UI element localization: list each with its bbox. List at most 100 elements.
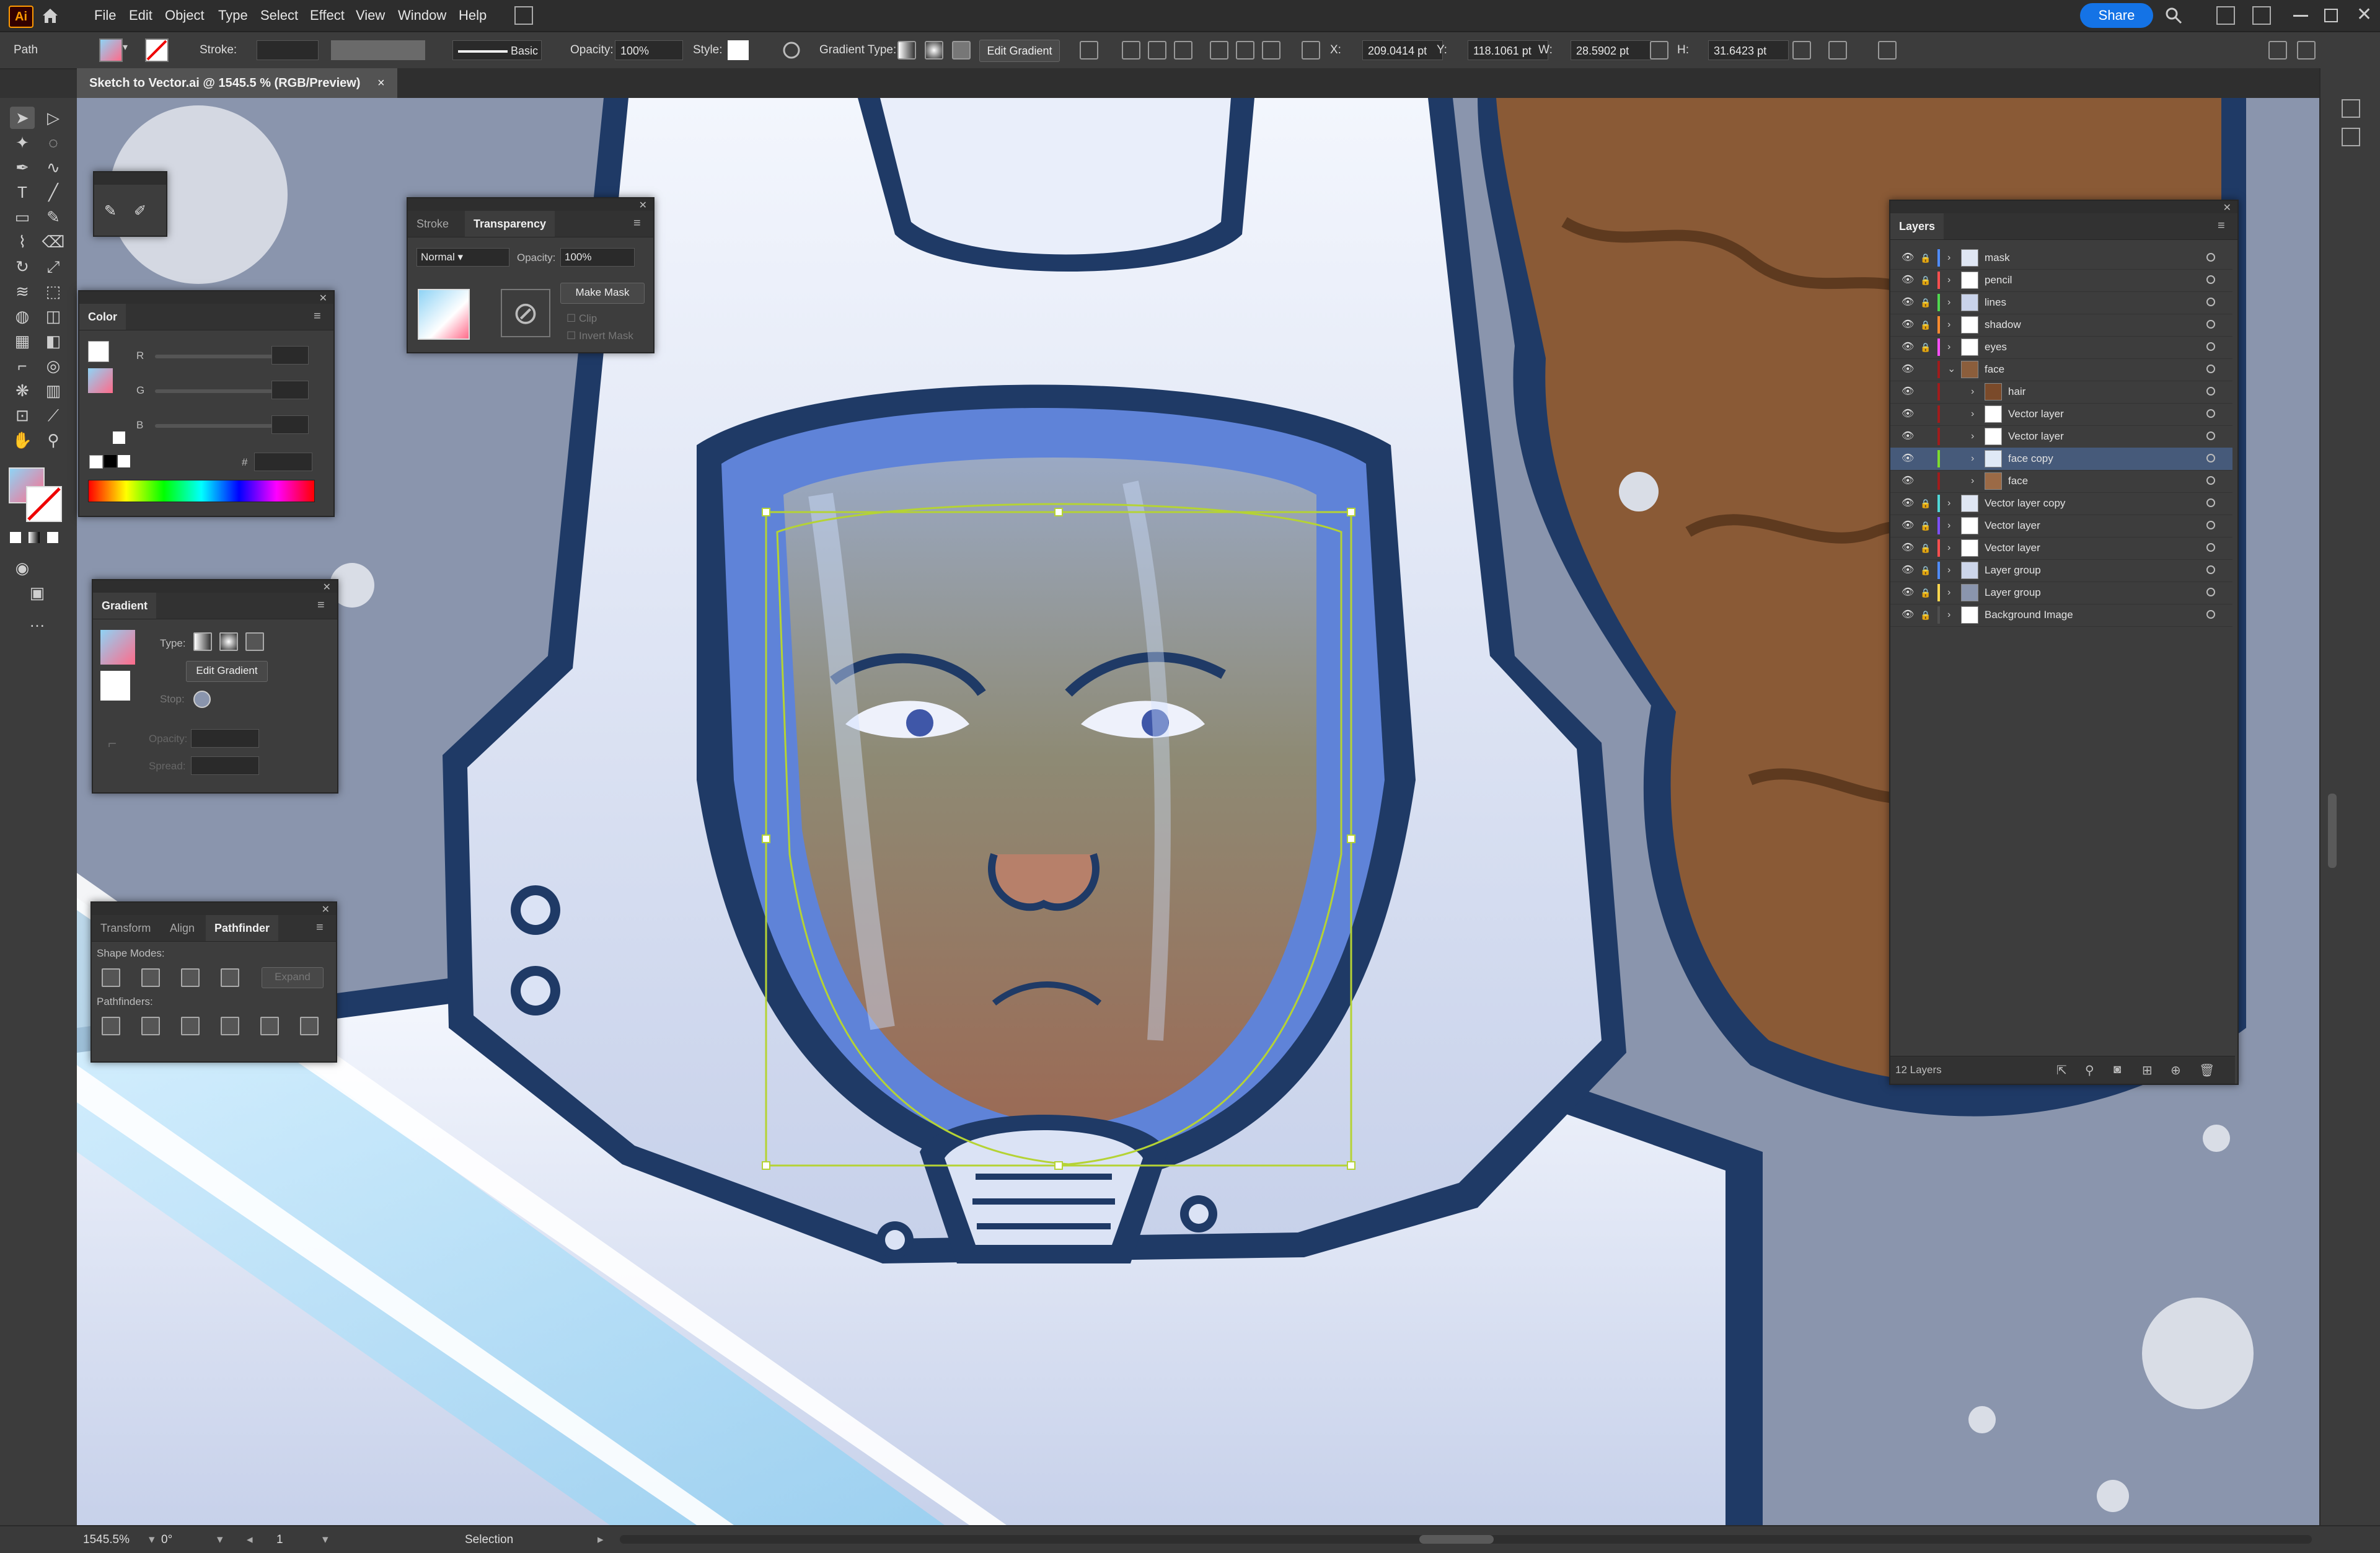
lock-icon[interactable]: 🔒	[1920, 296, 1931, 309]
close-panel-icon[interactable]: ✕	[2223, 201, 2231, 214]
align-to-icon[interactable]	[1080, 41, 1098, 60]
artboard-dropdown[interactable]: ▾	[322, 1526, 328, 1553]
layer-name[interactable]: face	[1985, 358, 2004, 381]
transform-icon[interactable]	[1792, 41, 1811, 60]
rotate-tool-icon[interactable]: ↻	[10, 255, 35, 278]
slice-tool-icon[interactable]: ⟋	[41, 404, 66, 427]
g-field[interactable]	[271, 381, 309, 399]
white-swatch[interactable]	[113, 431, 125, 444]
layer-row[interactable]: 👁 🔒 › Vector layer	[1890, 515, 2232, 538]
target-circle-icon[interactable]	[2206, 320, 2215, 329]
panel-menu-icon[interactable]: ≡	[633, 217, 648, 229]
x-field[interactable]: 209.0414 pt	[1362, 40, 1443, 60]
libraries-icon[interactable]	[2342, 128, 2360, 146]
shape-builder-tool-icon[interactable]: ◍	[10, 305, 35, 327]
direct-selection-tool-icon[interactable]: ▷	[41, 107, 66, 129]
visibility-eye-icon[interactable]: 👁	[1902, 341, 1914, 353]
linear-gradient-icon[interactable]	[897, 41, 916, 60]
visibility-eye-icon[interactable]: 👁	[1902, 319, 1914, 331]
tab-transparency[interactable]: Transparency	[465, 211, 555, 237]
previous-artboard-icon[interactable]: ◂	[247, 1526, 253, 1553]
close-panel-icon[interactable]: ✕	[322, 903, 330, 916]
arrange-documents-icon[interactable]	[514, 6, 533, 25]
home-icon[interactable]	[40, 5, 61, 26]
lock-icon[interactable]: 🔒	[1920, 586, 1931, 599]
expand-button[interactable]: Expand	[262, 967, 324, 988]
properties-icon[interactable]	[2342, 99, 2360, 118]
brush-definition[interactable]: Basic	[452, 40, 542, 60]
shape-builder-icon[interactable]	[1878, 41, 1897, 60]
line-tool-icon[interactable]: ╱	[41, 181, 66, 203]
layer-row[interactable]: 👁 🔒 › Vector layer copy	[1890, 492, 2232, 515]
target-circle-icon[interactable]	[2206, 498, 2215, 507]
spread-field[interactable]	[191, 756, 259, 775]
workspace-icon[interactable]	[2216, 6, 2235, 25]
paintbrush-icon[interactable]: ✎	[104, 202, 117, 220]
layer-name[interactable]: Layer group	[1985, 582, 2041, 604]
share-button[interactable]: Share	[2080, 3, 2153, 28]
expand-arrow-icon[interactable]: ›	[1947, 609, 1957, 621]
unite-icon[interactable]	[102, 968, 120, 987]
layer-name[interactable]: Layer group	[1985, 559, 2041, 582]
layer-row[interactable]: 👁 › Vector layer	[1890, 403, 2232, 426]
graphic-style-swatch[interactable]	[728, 40, 749, 60]
layer-name[interactable]: Vector layer	[2008, 403, 2064, 425]
symbol-sprayer-icon[interactable]: ❋	[10, 379, 35, 402]
selection-tool-icon[interactable]: ➤	[10, 107, 35, 129]
magic-wand-icon[interactable]: ✦	[10, 131, 35, 154]
curvature-tool-icon[interactable]: ∿	[41, 156, 66, 179]
expand-arrow-icon[interactable]: ›	[1947, 296, 1957, 309]
search-icon[interactable]	[2164, 6, 2183, 25]
gradient-opacity-field[interactable]	[191, 729, 259, 748]
hand-tool-icon[interactable]: ✋	[10, 429, 35, 451]
visibility-eye-icon[interactable]: 👁	[1902, 274, 1914, 286]
expand-arrow-icon[interactable]: ⌄	[1947, 363, 1957, 376]
expand-arrow-icon[interactable]: ›	[1971, 386, 1981, 398]
blob-brush-icon[interactable]: ✐	[134, 202, 146, 220]
delete-layer-icon[interactable]: 🗑	[2199, 1063, 2215, 1078]
none-swatch[interactable]	[89, 455, 103, 469]
target-circle-icon[interactable]	[2206, 342, 2215, 351]
expand-arrow-icon[interactable]: ›	[1971, 453, 1981, 465]
target-circle-icon[interactable]	[2206, 387, 2215, 396]
expand-arrow-icon[interactable]: ›	[1947, 520, 1957, 532]
align-bottom-icon[interactable]	[1262, 41, 1280, 60]
fill-swatch[interactable]	[99, 38, 123, 62]
layer-row[interactable]: 👁 › Vector layer	[1890, 425, 2232, 448]
expand-arrow-icon[interactable]: ›	[1947, 252, 1957, 264]
zoom-dropdown[interactable]: ▾	[149, 1526, 155, 1553]
locate-object-icon[interactable]: ⚲	[2085, 1063, 2094, 1078]
lock-icon[interactable]: 🔒	[1920, 252, 1931, 264]
expand-arrow-icon[interactable]: ›	[1947, 564, 1957, 577]
tab-pathfinder[interactable]: Pathfinder	[206, 915, 279, 941]
white-swatch-2[interactable]	[118, 455, 130, 467]
chevron-down-icon[interactable]: ▾	[123, 41, 128, 53]
recolor-artwork-icon[interactable]	[782, 41, 801, 60]
layer-row[interactable]: 👁 › hair	[1890, 381, 2232, 404]
layer-row[interactable]: 👁 🔒 › Background Image	[1890, 604, 2232, 627]
lock-icon[interactable]: 🔒	[1920, 341, 1931, 353]
blend-tool-icon[interactable]: ◎	[41, 355, 66, 377]
minimize-icon[interactable]	[2293, 15, 2308, 17]
clip-checkbox[interactable]: ☐ Clip	[566, 312, 597, 325]
y-field[interactable]: 118.1061 pt	[1468, 40, 1548, 60]
zoom-level[interactable]: 1545.5%	[83, 1526, 130, 1553]
maximize-icon[interactable]	[2324, 9, 2338, 22]
expand-arrow-icon[interactable]: ›	[1947, 341, 1957, 353]
constrain-proportions-icon[interactable]	[1650, 41, 1668, 60]
more-tools-icon[interactable]: …	[25, 610, 50, 632]
visibility-eye-icon[interactable]: 👁	[1902, 497, 1914, 510]
linear-gradient-icon[interactable]	[193, 632, 212, 651]
layer-name[interactable]: lines	[1985, 291, 2006, 314]
target-circle-icon[interactable]	[2206, 365, 2215, 373]
align-middle-icon[interactable]	[1236, 41, 1254, 60]
lock-icon[interactable]: 🔒	[1920, 319, 1931, 331]
expand-arrow-icon[interactable]: ›	[1947, 586, 1957, 599]
color-panel-tab[interactable]: Color	[79, 304, 126, 330]
close-tab-icon[interactable]: ×	[377, 76, 385, 90]
export-icon[interactable]: ⇱	[2056, 1063, 2067, 1078]
menu-help[interactable]: Help	[459, 0, 487, 31]
vertical-scrollbar[interactable]	[2328, 794, 2337, 868]
visibility-eye-icon[interactable]: 👁	[1902, 296, 1914, 309]
target-circle-icon[interactable]	[2206, 275, 2215, 284]
